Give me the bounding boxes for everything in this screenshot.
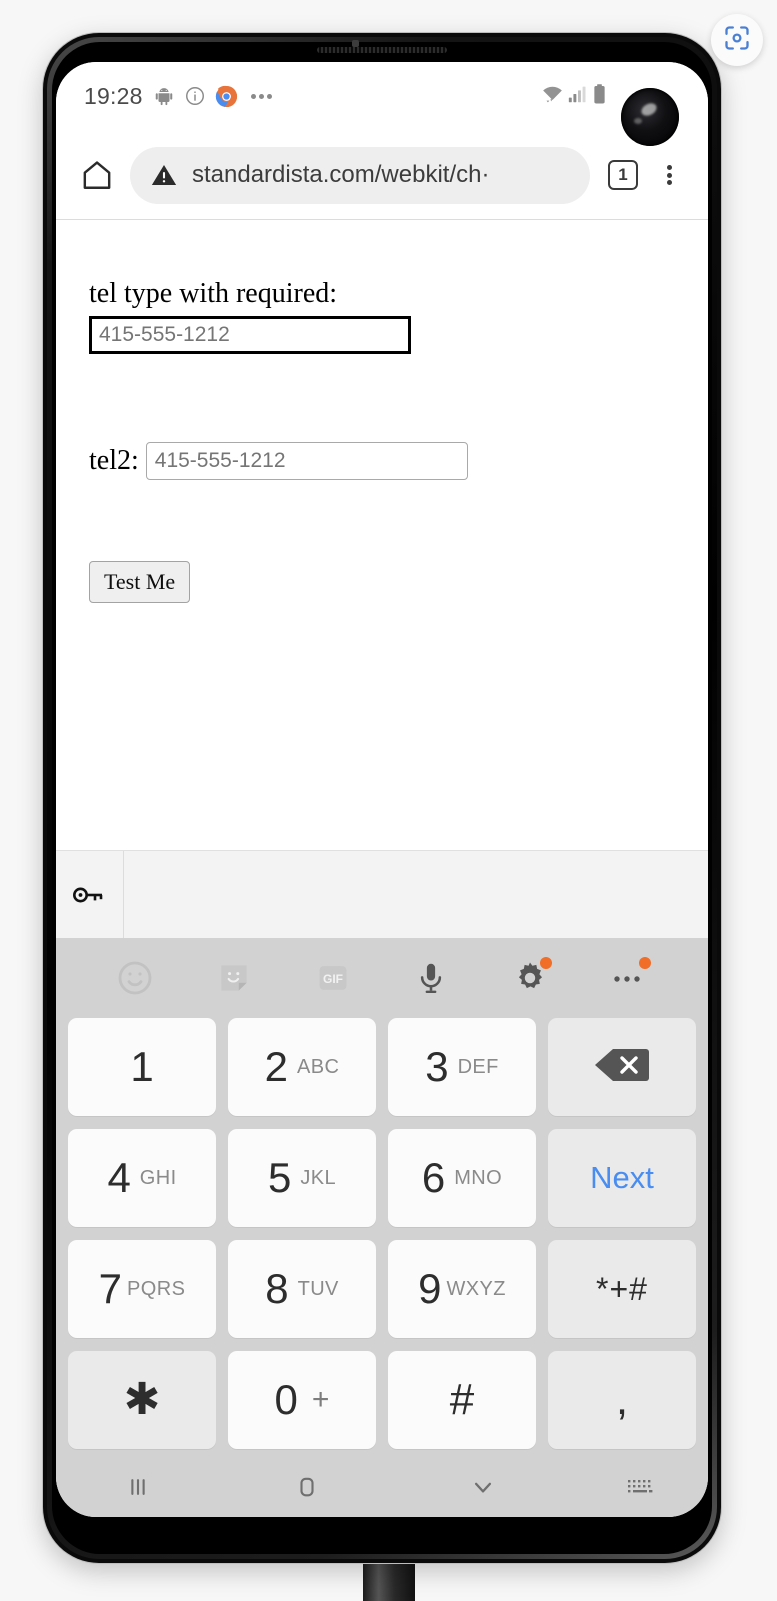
gif-icon[interactable]: GIF	[310, 955, 356, 1001]
key-3[interactable]: 3 DEF	[388, 1018, 536, 1116]
status-bar-left: 19:28	[84, 83, 281, 110]
key-comma-label: ,	[615, 1375, 629, 1425]
keyboard-key-rows: 1 2 ABC 3 DEF 4 GHI 5 JKL 6 MNO Next 7 P…	[56, 1018, 708, 1449]
key-9-letters: WXYZ	[446, 1277, 506, 1300]
keyboard-row: ✱ 0 + # ,	[68, 1351, 696, 1449]
home-icon[interactable]	[72, 158, 122, 192]
browser-toolbar: standardista.com/webkit/ch· 1	[56, 130, 708, 220]
key-2-letters: ABC	[297, 1055, 340, 1078]
tel2-input[interactable]	[145, 442, 468, 480]
keyboard-row: 7 PQRS 8 TUV 9 WXYZ *+#	[68, 1240, 696, 1338]
key-9-label: 9	[418, 1265, 442, 1312]
key-7-label: 7	[98, 1265, 123, 1312]
chrome-icon	[215, 85, 238, 108]
key-symbols-label: *+#	[596, 1270, 648, 1307]
phone-frame: 19:28 standardista.com/webkit/ch· 1 tel …	[43, 33, 721, 1563]
key-8[interactable]: 8 TUV	[228, 1240, 376, 1338]
microphone-icon[interactable]	[408, 955, 454, 1001]
keyboard-toolbar: GIF	[56, 938, 708, 1018]
backspace-icon	[593, 1045, 651, 1090]
keyboard-row: 4 GHI 5 JKL 6 MNO Next	[68, 1129, 696, 1227]
info-circle-icon	[184, 85, 206, 107]
omnibox[interactable]: standardista.com/webkit/ch·	[130, 146, 590, 204]
tab-switcher-button[interactable]: 1	[600, 152, 646, 198]
key-1-label: 1	[130, 1043, 154, 1090]
sticker-icon[interactable]	[211, 955, 257, 1001]
overflow-menu-icon[interactable]	[646, 163, 692, 188]
more-notifications-icon	[250, 93, 272, 99]
tel1-label: tel type with required:	[89, 278, 338, 309]
tel2-field-row: tel2:	[89, 442, 708, 480]
key-asterisk[interactable]: ✱	[68, 1351, 216, 1449]
wifi-icon	[540, 83, 565, 110]
charging-cable	[362, 1561, 415, 1601]
key-2-label: 2	[264, 1043, 289, 1090]
key-4-label: 4	[107, 1154, 131, 1201]
key-0-label: 0	[274, 1376, 298, 1423]
key-5-letters: JKL	[300, 1166, 337, 1189]
key-0-plus: +	[311, 1383, 330, 1416]
key-hash-label: #	[449, 1375, 475, 1424]
front-camera-punch-hole	[621, 88, 679, 146]
key-7-letters: PQRS	[127, 1277, 186, 1300]
tel1-input[interactable]	[89, 316, 411, 354]
warning-triangle-icon	[150, 161, 178, 189]
key-3-letters: DEF	[457, 1055, 499, 1078]
battery-icon	[591, 83, 608, 110]
key-5-label: 5	[267, 1154, 292, 1201]
android-robot-icon	[153, 85, 175, 107]
key-symbols[interactable]: *+#	[548, 1240, 696, 1338]
status-clock: 19:28	[84, 82, 143, 109]
keyboard-row: 1 2 ABC 3 DEF	[68, 1018, 696, 1116]
toolbar-divider	[56, 219, 708, 220]
cellular-signal-icon	[567, 83, 589, 110]
proximity-sensor	[352, 40, 359, 47]
key-4[interactable]: 4 GHI	[68, 1129, 216, 1227]
emoji-icon[interactable]	[112, 955, 158, 1001]
key-1[interactable]: 1	[68, 1018, 216, 1116]
screenshot-capture-button[interactable]	[711, 14, 763, 66]
phone-screen: 19:28 standardista.com/webkit/ch· 1 tel …	[56, 62, 708, 1517]
key-7[interactable]: 7 PQRS	[68, 1240, 216, 1338]
autofill-suggestion-list[interactable]	[124, 851, 708, 938]
key-5[interactable]: 5 JKL	[228, 1129, 376, 1227]
key-6-letters: MNO	[454, 1166, 503, 1189]
key-comma[interactable]: ,	[548, 1351, 696, 1449]
key-0[interactable]: 0 +	[228, 1351, 376, 1449]
overflow-badge-dot	[638, 957, 651, 969]
test-me-button[interactable]: Test Me	[89, 561, 191, 603]
tab-count-label: 1	[608, 160, 638, 190]
key-2[interactable]: 2 ABC	[228, 1018, 376, 1116]
status-bar: 19:28	[56, 62, 708, 130]
chevron-down-icon[interactable]	[395, 1472, 571, 1502]
key-backspace[interactable]	[548, 1018, 696, 1116]
keyboard-overflow-icon[interactable]	[606, 955, 652, 1001]
key-next[interactable]: Next	[548, 1129, 696, 1227]
key-next-label: Next	[590, 1160, 654, 1195]
screenshot-scan-icon	[723, 24, 751, 57]
key-6-label: 6	[421, 1154, 446, 1201]
numeric-keyboard: GIF 1 2 ABC 3 DEF 4 GHI 5 JKL 6 MNO Next…	[56, 938, 708, 1457]
key-6[interactable]: 6 MNO	[388, 1129, 536, 1227]
key-asterisk-label: ✱	[123, 1374, 161, 1424]
tel2-label: tel2:	[89, 445, 139, 476]
system-navigation-bar	[56, 1457, 708, 1517]
earpiece-speaker	[317, 47, 447, 53]
omnibox-url-text: standardista.com/webkit/ch·	[192, 161, 490, 188]
keyboard-switcher-icon[interactable]	[571, 1475, 708, 1499]
key-8-label: 8	[265, 1265, 289, 1312]
key-8-letters: TUV	[297, 1277, 339, 1300]
password-key-icon[interactable]	[56, 851, 124, 938]
key-9[interactable]: 9 WXYZ	[388, 1240, 536, 1338]
svg-text:GIF: GIF	[323, 972, 343, 986]
key-4-letters: GHI	[139, 1166, 177, 1189]
settings-badge-dot	[539, 957, 552, 969]
recents-icon[interactable]	[56, 1472, 219, 1502]
key-3-label: 3	[425, 1043, 449, 1090]
web-page-content: tel type with required: tel2: Test Me	[56, 220, 708, 850]
home-square-icon[interactable]	[219, 1472, 395, 1502]
autofill-suggestion-bar	[56, 850, 708, 938]
settings-gear-icon[interactable]	[507, 955, 553, 1001]
key-hash[interactable]: #	[388, 1351, 536, 1449]
